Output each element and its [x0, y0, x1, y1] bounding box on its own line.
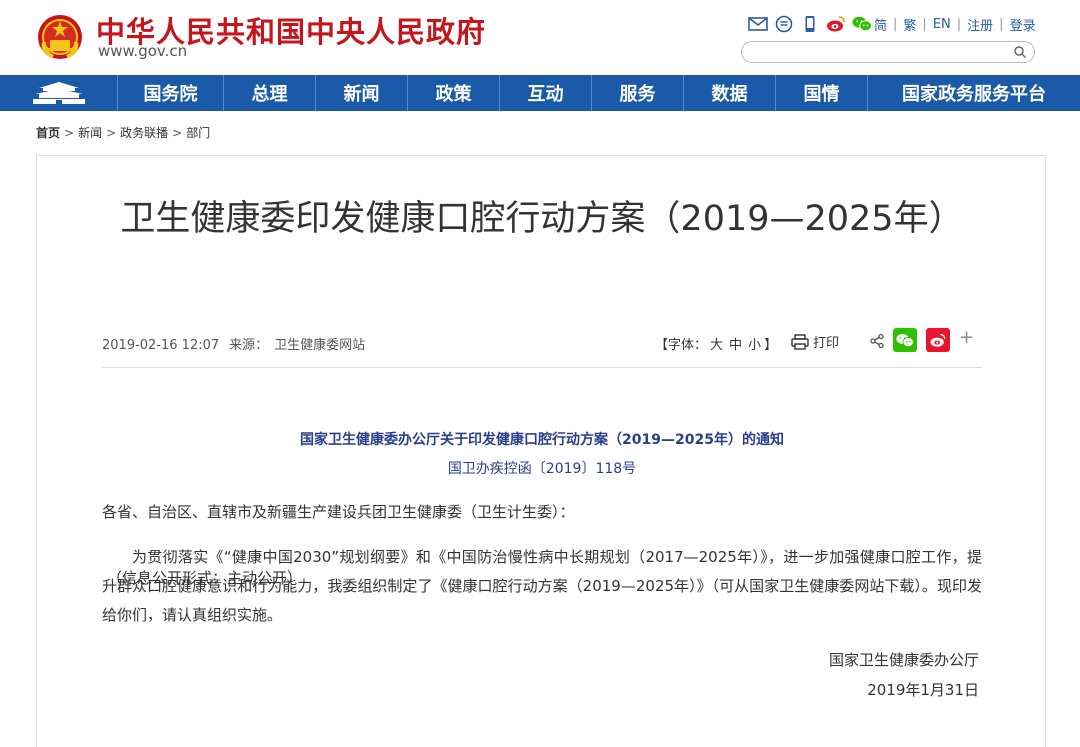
font-size-small[interactable]: 小	[748, 338, 761, 353]
separator: |	[999, 17, 1004, 32]
nav-item-national-situation[interactable]: 国情	[776, 75, 868, 111]
recipients: 各省、自治区、直辖市及新疆生产建设兵团卫生健康委（卫生计生委）：	[102, 503, 575, 521]
nav-item-state-council[interactable]: 国务院	[118, 75, 224, 111]
printer-icon	[791, 333, 809, 350]
search-input[interactable]	[752, 44, 1007, 60]
weibo-icon[interactable]	[826, 14, 846, 34]
share-icon[interactable]	[869, 333, 885, 349]
breadcrumb-separator: >	[106, 126, 117, 140]
mobile-icon[interactable]	[800, 14, 820, 34]
separator: |	[956, 17, 962, 32]
font-size-bracket: 】	[764, 338, 778, 353]
breadcrumb-home[interactable]: 首页	[36, 126, 60, 140]
english-link[interactable]: EN	[933, 17, 951, 32]
print-label: 打印	[813, 336, 840, 351]
signer: 国家卫生健康委办公厅	[828, 651, 979, 669]
breadcrumb-separator: >	[172, 126, 183, 140]
main-nav: 国务院 总理 新闻 政策 互动 服务 数据 国情 国家政务服务平台	[0, 75, 1080, 111]
wechat-share-button[interactable]	[893, 328, 917, 352]
nav-item-data[interactable]: 数据	[684, 75, 776, 111]
document-number: 国卫办疾控函〔2019〕118号	[447, 461, 637, 477]
mail-icon[interactable]	[748, 14, 768, 34]
subscribe-icon[interactable]	[774, 14, 794, 34]
font-size-medium[interactable]: 中	[729, 338, 742, 353]
simplified-link[interactable]: 简	[874, 15, 887, 34]
article-meta: 2019-02-16 12:07 来源： 卫生健康委网站	[102, 334, 365, 353]
divider	[102, 367, 982, 368]
article-title: 卫生健康委印发健康口腔行动方案（2019—2025年）	[120, 199, 964, 239]
nav-item-premier[interactable]: 总理	[224, 75, 316, 111]
weibo-icon	[930, 333, 946, 347]
nav-item-news[interactable]: 新闻	[316, 75, 408, 111]
national-emblem-icon[interactable]	[36, 12, 84, 62]
breadcrumb-news[interactable]: 新闻	[78, 126, 102, 140]
search-icon[interactable]	[1013, 45, 1027, 59]
site-header: 中华人民共和国中央人民政府 www.gov.cn 简 | 繁 | EN | 注册…	[0, 0, 1080, 75]
register-link[interactable]: 注册	[967, 15, 993, 34]
article-container: 卫生健康委印发健康口腔行动方案（2019—2025年） 2019-02-16 1…	[36, 155, 1046, 747]
separator: |	[922, 17, 927, 32]
separator: |	[893, 17, 898, 32]
top-links: 简 | 繁 | EN | 注册 | 登录	[874, 15, 1036, 34]
breadcrumb: 首页 > 新闻 > 政务联播 > 部门	[36, 124, 210, 141]
notice-title: 国家卫生健康委办公厅关于印发健康口腔行动方案（2019—2025年）的通知	[300, 432, 784, 448]
traditional-link[interactable]: 繁	[903, 15, 916, 34]
tiananmen-logo-icon[interactable]	[0, 75, 118, 111]
wechat-icon[interactable]	[852, 14, 872, 34]
font-size-large[interactable]: 大	[710, 338, 723, 353]
site-domain: www.gov.cn	[98, 42, 188, 60]
weibo-share-button[interactable]	[926, 328, 950, 352]
nav-item-services[interactable]: 服务	[592, 75, 684, 111]
top-tools	[748, 13, 872, 35]
breadcrumb-separator: >	[64, 126, 75, 140]
font-size-label: 【字体：	[655, 338, 708, 353]
source-name[interactable]: 卫生健康委网站	[274, 338, 365, 353]
wechat-icon	[896, 333, 914, 347]
disclosure-note: （信息公开形式：主动公开）	[107, 569, 303, 587]
breadcrumb-departments[interactable]: 部门	[186, 126, 210, 140]
publish-datetime: 2019-02-16 12:07	[102, 338, 220, 353]
source-label: 来源：	[229, 338, 269, 353]
login-link[interactable]: 登录	[1010, 15, 1036, 34]
nav-item-interaction[interactable]: 互动	[500, 75, 592, 111]
nav-item-gov-service-platform[interactable]: 国家政务服务平台	[868, 75, 1080, 111]
search-box	[741, 41, 1035, 63]
font-size-control: 【字体：大中小】	[655, 334, 777, 353]
print-button[interactable]: 打印	[791, 332, 839, 351]
breadcrumb-gov-affairs[interactable]: 政务联播	[120, 126, 168, 140]
more-share-button[interactable]: +	[959, 327, 974, 348]
sign-date: 2019年1月31日	[867, 681, 979, 699]
nav-item-policy[interactable]: 政策	[408, 75, 500, 111]
